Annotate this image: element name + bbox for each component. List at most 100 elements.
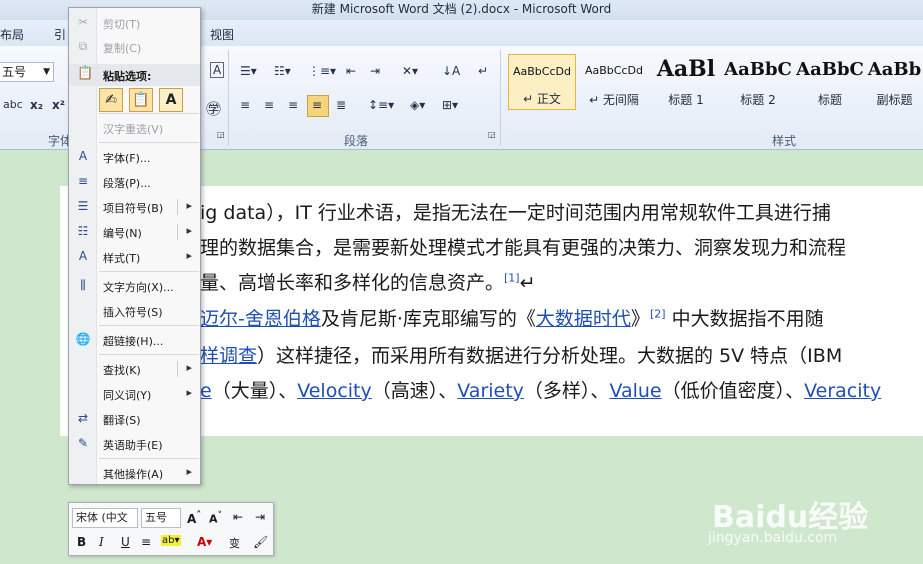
menu-item-other[interactable]: 其他操作(A) ▸ — [69, 462, 200, 484]
menu-item-styles[interactable]: A 样式(T) ▸ — [69, 246, 200, 268]
subscript-icon[interactable]: x₂ — [30, 98, 43, 112]
split-divider — [177, 224, 178, 240]
style-no-spacing[interactable]: AaBbCcDd ↵ 无间隔 — [580, 54, 648, 110]
center-align-icon[interactable]: ≡ — [141, 535, 151, 549]
phonetic-guide-icon[interactable]: 变 — [229, 535, 240, 551]
numbering-icon[interactable]: ☷▾ — [274, 64, 291, 78]
menu-item-font[interactable]: A 字体(F)... — [69, 146, 200, 168]
menu-item-label: 项目符号(B) — [103, 202, 164, 215]
increase-indent-icon[interactable]: ⇥ — [370, 64, 380, 78]
font-color-icon[interactable]: A▾ — [197, 535, 212, 549]
menu-item-english[interactable]: ✎ 英语助手(E) — [69, 433, 200, 455]
document-line[interactable]: e（大量）、Velocity（高速）、Variety（多样）、Value（低价值… — [200, 376, 881, 403]
document-line[interactable]: 样调查）这样捷径，而采用所有数据进行分析处理。大数据的 5V 特点（IBM — [200, 341, 842, 368]
text-direction-icon: ⫼ — [80, 278, 86, 292]
tab-references[interactable]: 引 — [54, 26, 66, 43]
paste-keep-format-icon[interactable]: ✍ — [99, 88, 123, 112]
tab-layout[interactable]: 布局 — [0, 26, 24, 43]
font-size-select[interactable]: 五号 ▼ — [0, 62, 54, 82]
menu-separator — [99, 354, 199, 355]
italic-icon[interactable]: I — [99, 535, 104, 549]
text-run: （高速）、 — [371, 380, 458, 402]
format-painter-icon[interactable]: 🖌 — [253, 535, 268, 549]
submenu-arrow-icon[interactable]: ▸ — [186, 386, 192, 399]
align-right-icon[interactable]: ≡ — [288, 98, 298, 112]
text-run: 量、高增长率和多样化的信息资产。 — [200, 272, 505, 294]
bullets-icon[interactable]: ☰▾ — [240, 64, 257, 78]
align-left-icon[interactable]: ≡ — [240, 98, 250, 112]
document-line[interactable]: 迈尔-舍恩伯格及肯尼斯·库克耶编写的《大数据时代》[2] 中大数据指不用随 — [200, 304, 824, 331]
text-run: ig data），IT 行业术语，是指无法在一定时间范围内用常规软件工具进行捕 — [200, 202, 831, 224]
document-line[interactable]: 理的数据集合，是需要新处理模式才能具有更强的决策力、洞察发现力和流程 — [200, 233, 846, 260]
highlight-icon[interactable]: ab▾ — [161, 535, 181, 546]
hyperlink[interactable]: Variety — [457, 380, 524, 402]
style-subtitle[interactable]: AaBb 副标题 — [866, 54, 923, 110]
style-heading-1[interactable]: AaBl 标题 1 — [652, 54, 720, 110]
hyperlink[interactable]: Veracity — [804, 380, 881, 402]
paste-text-only-icon[interactable]: A — [159, 88, 183, 112]
text-run: 中大数据指不用随 — [665, 308, 824, 330]
group-separator — [228, 50, 229, 146]
hyperlink[interactable]: e — [200, 380, 212, 402]
mini-size-select[interactable]: 五号 — [141, 508, 181, 528]
menu-item-symbol[interactable]: 插入符号(S) — [69, 300, 200, 322]
menu-item-paragraph[interactable]: ≡ 段落(P)... — [69, 171, 200, 193]
chinese-layout-icon[interactable]: ✕▾ — [402, 64, 418, 78]
menu-item-bullets[interactable]: ☰ 项目符号(B) ▸ — [69, 196, 200, 218]
distribute-icon[interactable]: ≣ — [336, 98, 346, 112]
style-normal[interactable]: AaBbCcDd ↵ 正文 — [508, 54, 576, 110]
citation-link[interactable]: [1] — [504, 272, 520, 285]
citation-link[interactable]: [2] — [650, 308, 666, 321]
sort-icon[interactable]: ↓A — [442, 64, 460, 78]
paste-icon: 📋 — [77, 66, 94, 81]
document-line[interactable]: 量、高增长率和多样化的信息资产。[1]↵ — [200, 268, 536, 295]
submenu-arrow-icon[interactable]: ▸ — [186, 249, 192, 262]
paste-merge-format-icon[interactable]: 📋 — [129, 88, 153, 112]
menu-item-synonym[interactable]: 同义词(Y) ▸ — [69, 383, 200, 405]
style-title[interactable]: AaBbC 标题 — [796, 54, 864, 110]
hyperlink[interactable]: 大数据时代 — [536, 308, 631, 330]
hyperlink[interactable]: 迈尔-舍恩伯格 — [200, 308, 321, 330]
submenu-arrow-icon[interactable]: ▸ — [186, 361, 192, 374]
hyperlink[interactable]: Value — [609, 380, 661, 402]
decrease-indent-icon[interactable]: ⇤ — [233, 510, 243, 524]
increase-indent-icon[interactable]: ⇥ — [255, 510, 265, 524]
menu-item-numbering[interactable]: ☷ 编号(N) ▸ — [69, 221, 200, 243]
decrease-indent-icon[interactable]: ⇤ — [346, 64, 356, 78]
submenu-arrow-icon[interactable]: ▸ — [186, 199, 192, 212]
bold-icon[interactable]: B — [77, 535, 86, 549]
chevron-down-icon[interactable]: ▼ — [43, 63, 50, 81]
enclose-char-icon[interactable]: ㊫ — [206, 98, 221, 119]
align-center-icon[interactable]: ≡ — [264, 98, 274, 112]
submenu-arrow-icon[interactable]: ▸ — [186, 224, 192, 237]
tab-view[interactable]: 视图 — [210, 26, 234, 43]
style-heading-2[interactable]: AaBbC 标题 2 — [724, 54, 792, 110]
menu-item-label: 样式(T) — [103, 252, 141, 265]
hyperlink[interactable]: 样调查 — [200, 345, 257, 367]
borders-icon[interactable]: ⊞▾ — [442, 98, 458, 112]
shading-icon[interactable]: ◈▾ — [410, 98, 425, 112]
submenu-arrow-icon[interactable]: ▸ — [186, 465, 192, 478]
mini-font-select[interactable]: 宋体 (中文 — [72, 508, 138, 528]
dialog-launcher-icon[interactable]: ◲ — [488, 130, 496, 139]
menu-item-lookup[interactable]: 查找(K) ▸ — [69, 358, 200, 380]
menu-item-label: 剪切(T) — [103, 18, 141, 31]
grow-font-icon[interactable]: A˄ — [187, 510, 201, 526]
menu-item-hyperlink[interactable]: 🌐 超链接(H)... — [69, 329, 200, 351]
document-line[interactable]: ig data），IT 行业术语，是指无法在一定时间范围内用常规软件工具进行捕 — [200, 198, 831, 225]
justify-icon[interactable]: ≡ — [312, 98, 322, 112]
dialog-launcher-icon[interactable]: ◲ — [217, 130, 225, 139]
show-marks-icon[interactable]: ↵ — [478, 64, 488, 78]
hyperlink[interactable]: Velocity — [297, 380, 372, 402]
menu-item-translate[interactable]: ⇄ 翻译(S) — [69, 408, 200, 430]
text-run: （低价值密度）、 — [661, 380, 805, 402]
underline-icon[interactable]: U — [121, 535, 130, 549]
multilevel-list-icon[interactable]: ⋮≡▾ — [308, 64, 336, 78]
line-spacing-icon[interactable]: ↕≡▾ — [368, 98, 394, 112]
menu-item-textdir[interactable]: ⫼ 文字方向(X)... — [69, 275, 200, 297]
shrink-font-icon[interactable]: A˅ — [209, 510, 222, 526]
group-label-styles: 样式 — [772, 134, 797, 148]
superscript-icon[interactable]: x² — [52, 98, 65, 112]
char-border-icon[interactable]: A — [210, 62, 225, 78]
strikethrough-icon[interactable]: abc — [3, 98, 23, 111]
